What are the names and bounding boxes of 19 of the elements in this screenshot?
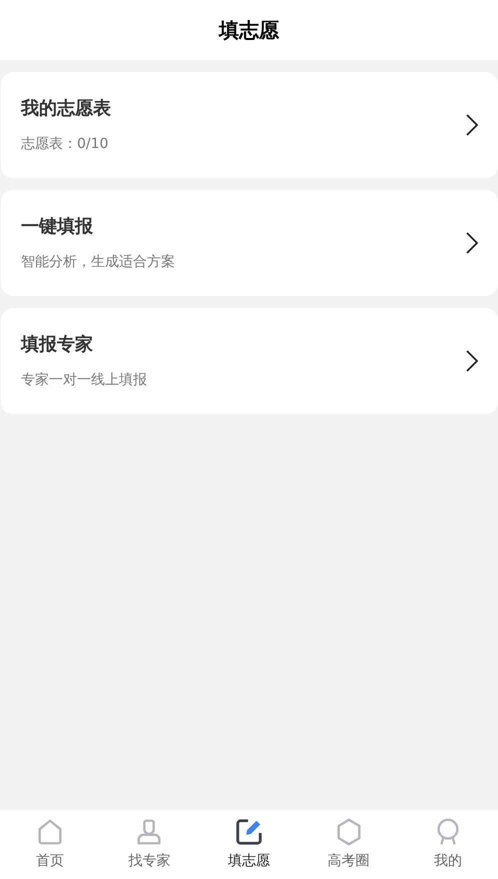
- page-title: 填志愿: [219, 17, 279, 44]
- menu-card[interactable]: 一键填报 智能分析，生成适合方案: [1, 190, 498, 296]
- chevron-right-icon: [466, 232, 478, 254]
- card-subtitle: 专家一对一线上填报: [21, 371, 148, 390]
- menu-card[interactable]: 我的志愿表 志愿表：0/10: [1, 72, 498, 178]
- chevron-right-icon: [466, 114, 478, 136]
- card-subtitle: 志愿表：0/10: [21, 135, 110, 154]
- card-subtitle: 智能分析，生成适合方案: [21, 253, 176, 272]
- card-title: 我的志愿表: [21, 97, 112, 121]
- card-title: 一键填报: [21, 215, 94, 239]
- menu-card[interactable]: 填报专家 专家一对一线上填报: [1, 308, 498, 414]
- tab-bar-item[interactable]: 高考圈: [298, 810, 398, 879]
- tab-bar-item[interactable]: 找专家: [100, 810, 200, 879]
- chevron-right-icon: [466, 350, 478, 372]
- card-title: 填报专家: [21, 333, 94, 357]
- tab-bar-item[interactable]: 首页: [0, 810, 100, 879]
- tab-bar-item[interactable]: 我的: [398, 810, 498, 879]
- tab-bar-item[interactable]: 填志愿: [199, 810, 299, 879]
- edit-icon: [234, 817, 264, 847]
